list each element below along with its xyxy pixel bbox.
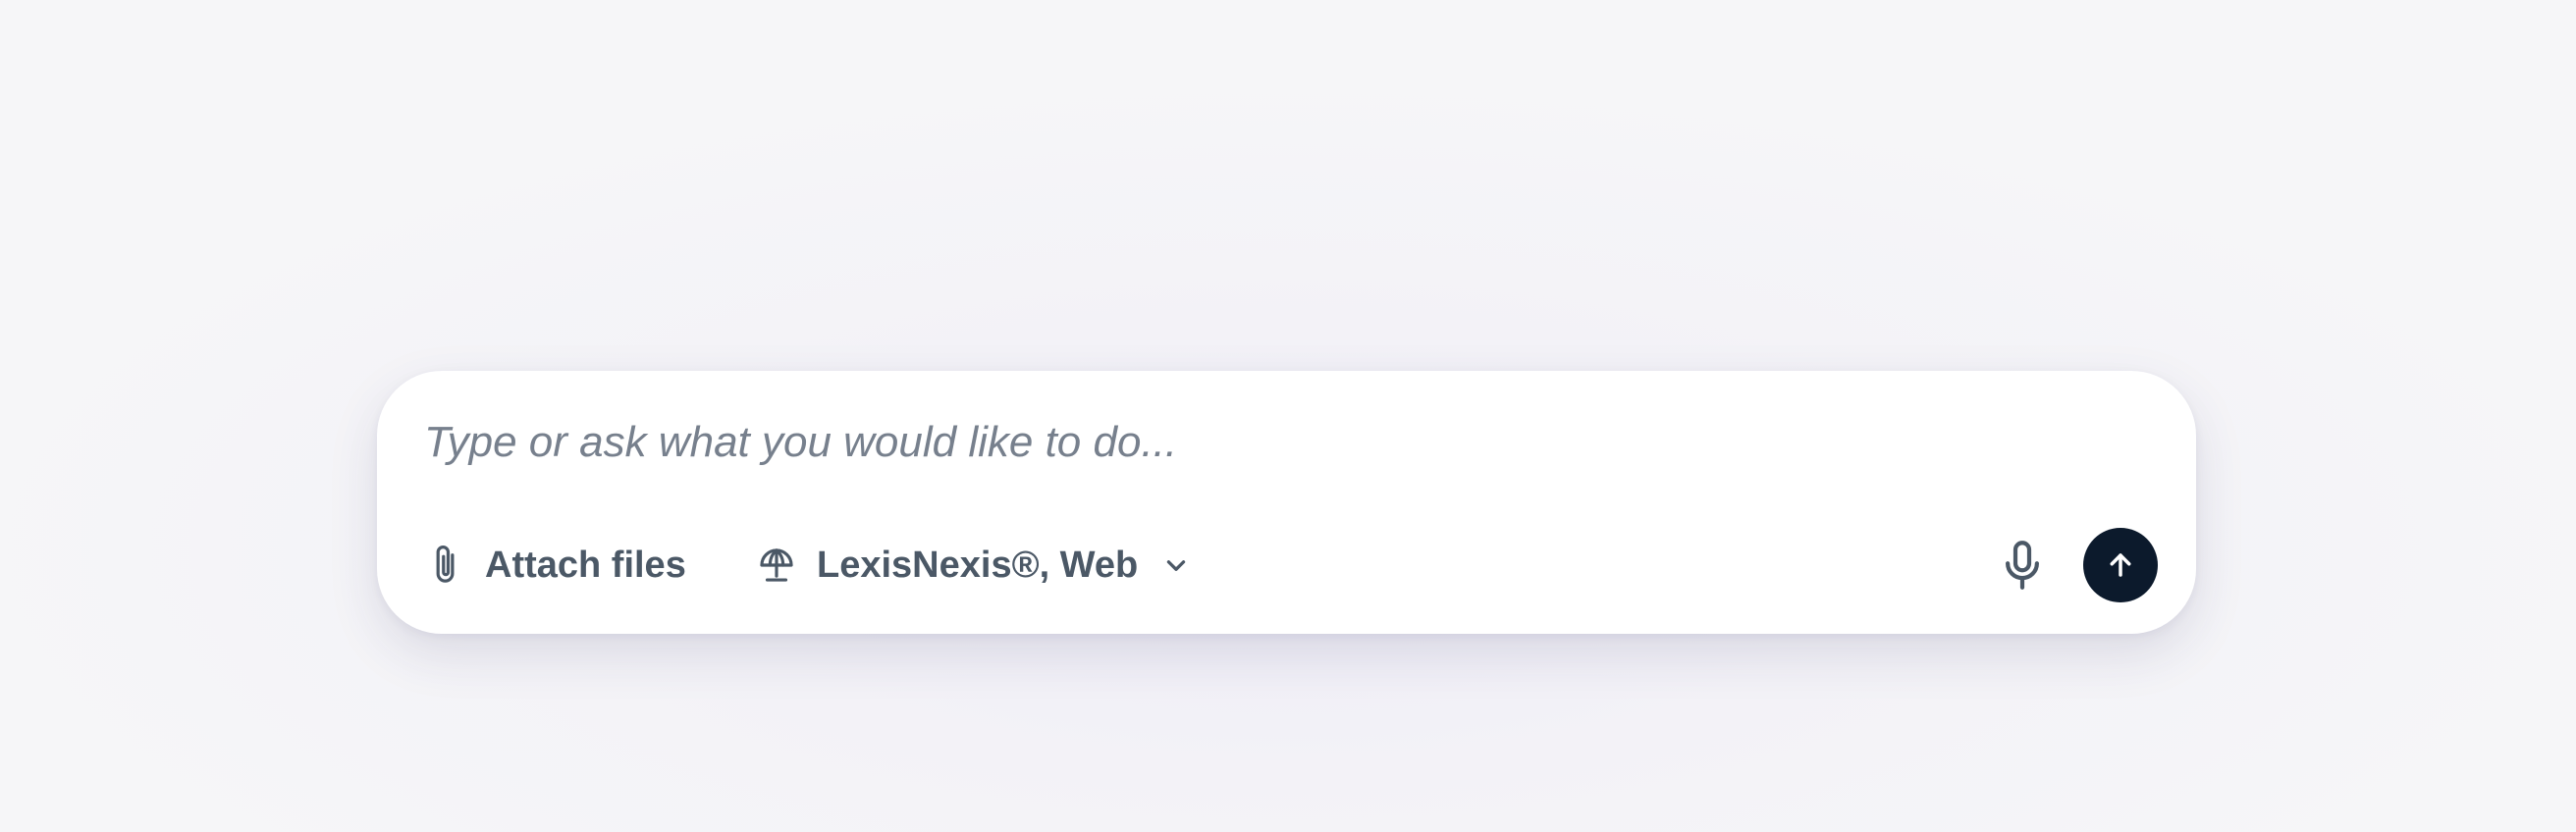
attach-files-label: Attach files: [485, 544, 686, 586]
paperclip-icon: [432, 544, 461, 587]
chevron-down-icon: [1163, 552, 1189, 578]
voice-input-button[interactable]: [1983, 526, 2062, 604]
attach-files-button[interactable]: Attach files: [432, 526, 686, 604]
sources-dropdown[interactable]: LexisNexis®, Web: [758, 526, 1189, 604]
umbrella-icon: [758, 546, 795, 584]
arrow-up-icon: [2106, 550, 2135, 580]
prompt-composer: Attach files LexisNexis®, Web: [377, 371, 2196, 634]
composer-toolbar: Attach files LexisNexis®, Web: [377, 526, 2196, 604]
sources-label: LexisNexis®, Web: [817, 544, 1139, 586]
microphone-icon: [2002, 539, 2043, 592]
send-button[interactable]: [2083, 528, 2158, 602]
prompt-input[interactable]: [424, 408, 2093, 477]
